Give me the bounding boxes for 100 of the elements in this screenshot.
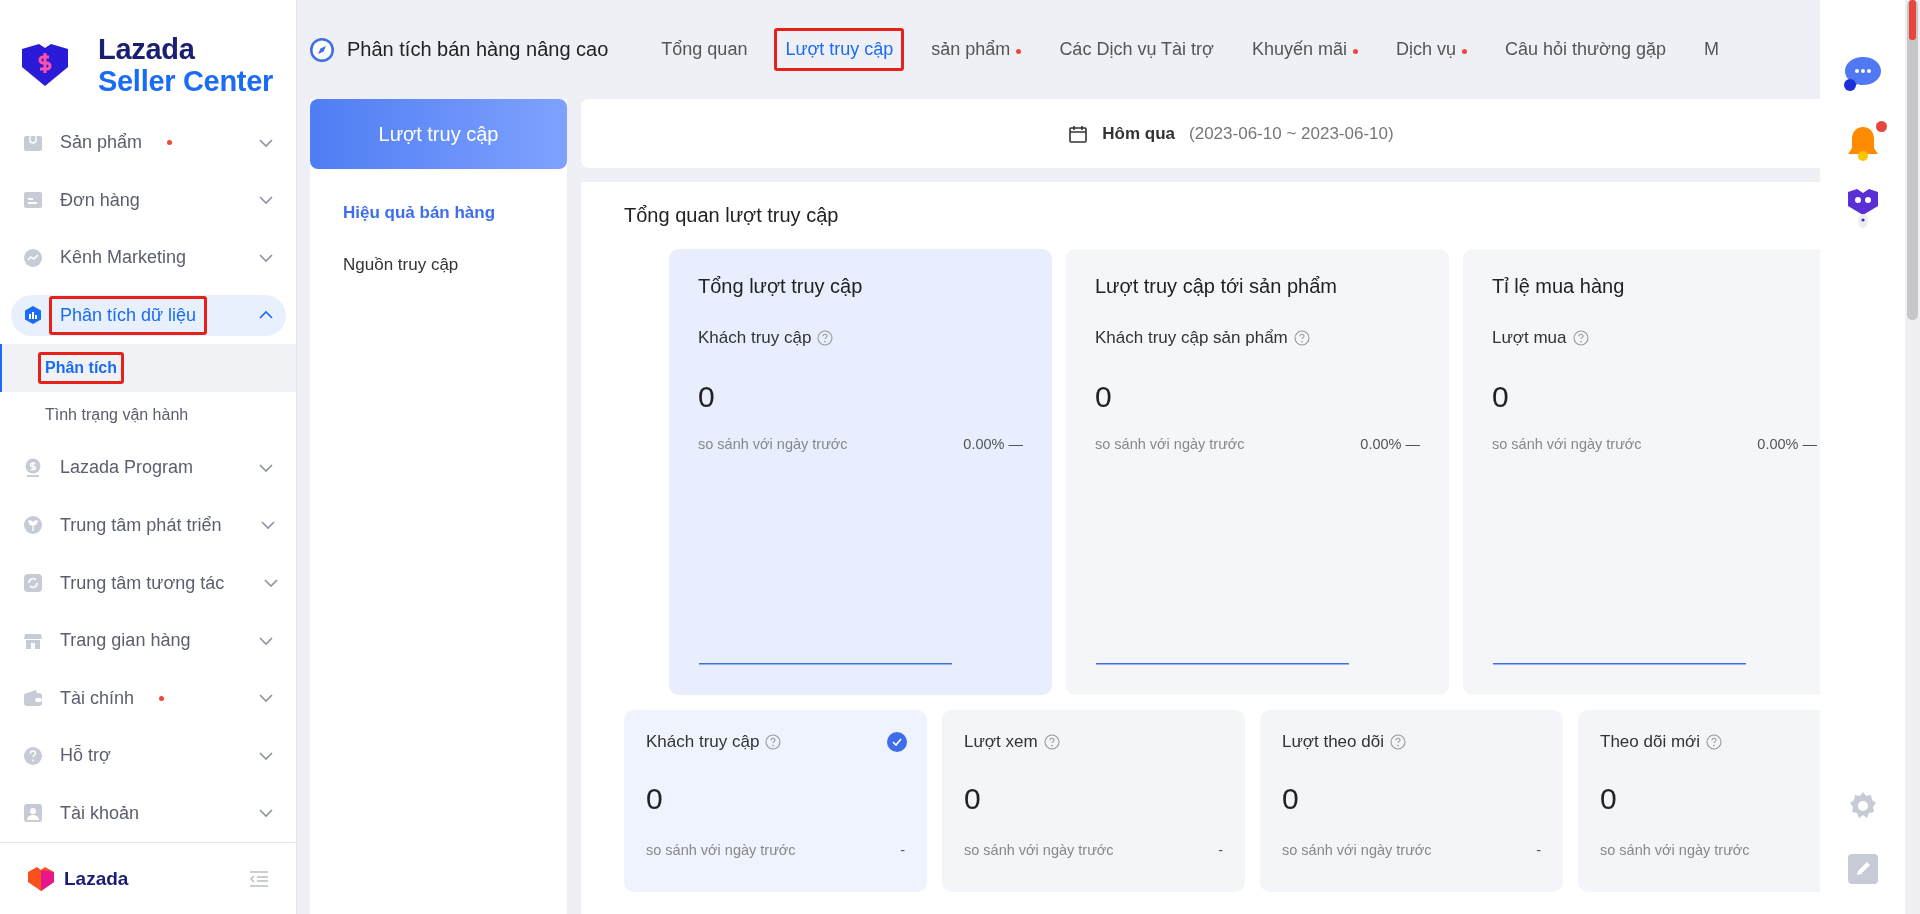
metric-value: 0	[1095, 380, 1113, 414]
metric-value: 0	[1492, 380, 1510, 414]
wallet-icon	[23, 688, 43, 709]
metric-label: Khách truy cập	[646, 732, 760, 752]
chevron-up-icon	[258, 310, 274, 321]
sidebar-item[interactable]: Lazada Program	[11, 447, 286, 489]
change-value: 0.00% —	[1757, 436, 1817, 452]
chevron-down-icon	[258, 635, 274, 646]
help-icon	[1572, 330, 1589, 346]
document-icon	[23, 190, 43, 211]
lazada-logo-icon	[26, 865, 56, 892]
sidebar-item[interactable]: Trung tâm tương tác	[11, 562, 286, 604]
chevron-down-icon	[263, 578, 280, 588]
scrollbar[interactable]	[1907, 0, 1918, 320]
brand-name: Lazada	[98, 33, 196, 65]
sidebar-item[interactable]: Đơn hàng	[11, 179, 286, 222]
nav-tab[interactable]: M	[1692, 28, 1730, 71]
section-header: Lượt truy cập	[310, 99, 567, 169]
help-icon	[1043, 734, 1060, 750]
sidebar-item[interactable]: Phân tích dữ liệu	[11, 294, 286, 337]
change-value: 0.00% —	[1360, 436, 1420, 452]
metric-card[interactable]: Tổng lượt truy cập Khách truy cập 0 so sánh với ngày trước 0.00% —	[669, 249, 1052, 695]
metric-card[interactable]: Theo dõi mới 0 so sánh với ngày trước	[1578, 710, 1820, 892]
metric-label: Khách truy cập	[698, 328, 812, 348]
metric-card[interactable]: Tỉ lệ mua hàng Lượt mua 0 so sánh với ngày trước 0.00% —	[1463, 249, 1820, 695]
help-icon	[1293, 330, 1310, 346]
nav-tab[interactable]: Tổng quan	[650, 28, 759, 71]
nav-tab[interactable]: Khuyến mãi	[1240, 28, 1369, 71]
card-title: Tổng lượt truy cập	[698, 275, 864, 298]
sidebar-subitem[interactable]: Tình trạng vận hành	[0, 391, 296, 440]
card-title: Tỉ lệ mua hàng	[1492, 275, 1626, 298]
metric-label: Khách truy cập sản phẩm	[1095, 328, 1288, 348]
subnav-link[interactable]: Nguồn truy cập	[310, 239, 567, 291]
sidebar-subitem[interactable]: Phân tích	[0, 344, 296, 392]
metric-label: Lượt xem	[964, 732, 1038, 752]
chevron-down-icon	[258, 462, 274, 473]
sidebar-item[interactable]: Tài chính	[11, 677, 286, 719]
calendar-icon	[1068, 123, 1089, 144]
change-value: -	[1536, 842, 1541, 858]
chevron-down-icon	[258, 808, 274, 819]
nav-tab[interactable]: Các Dịch vụ Tài trợ	[1048, 28, 1225, 71]
footer-brand: Lazada	[64, 867, 129, 890]
dollar-icon	[23, 457, 43, 478]
metric-card[interactable]: Lượt truy cập tới sản phẩm Khách truy cập sản phẩm 0 so sánh với ngày trước 0.00% —	[1066, 249, 1449, 695]
edit-icon	[1847, 854, 1878, 884]
metric-value: 0	[1282, 782, 1300, 816]
metric-card[interactable]: Lượt xem 0 so sánh với ngày trước -	[942, 710, 1245, 892]
chevron-down-icon	[258, 252, 274, 263]
sidebar-item[interactable]: Hỗ trợ	[11, 734, 286, 777]
compare-label: so sánh với ngày trước	[698, 436, 848, 452]
metric-value: 0	[1600, 782, 1618, 816]
robot-icon	[1845, 187, 1880, 231]
help-icon	[1389, 734, 1406, 750]
metric-card[interactable]: Lượt theo dõi 0 so sánh với ngày trước -	[1260, 710, 1563, 892]
chevron-down-icon	[258, 137, 274, 148]
nav-tab[interactable]: Lượt truy cập	[774, 28, 905, 71]
metric-value: 0	[646, 782, 664, 816]
metric-value: 0	[698, 380, 716, 414]
date-range: (2023-06-10 ~ 2023-06-10)	[1189, 123, 1394, 144]
date-label: Hôm qua	[1102, 123, 1176, 144]
change-value: -	[1218, 842, 1223, 858]
cycle-icon	[23, 573, 43, 593]
chevron-down-icon	[260, 520, 277, 531]
sprout-icon	[23, 515, 43, 536]
sidebar-item[interactable]: Sản phẩm	[11, 122, 286, 164]
subnav-link[interactable]: Hiệu quả bán hàng	[310, 187, 567, 239]
date-bar[interactable]: Hôm qua (2023-06-10 ~ 2023-06-10)	[581, 99, 1820, 168]
collapse-menu-icon	[248, 869, 270, 888]
chat-icon	[1842, 55, 1883, 93]
metric-card[interactable]: Khách truy cập 0 so sánh với ngày trước -	[624, 710, 927, 892]
compass-icon	[309, 36, 335, 63]
sidebar-item[interactable]: Trang gian hàng	[11, 619, 286, 662]
compare-label: so sánh với ngày trước	[964, 842, 1114, 858]
metric-label: Lượt theo dõi	[1282, 732, 1384, 752]
compare-label: so sánh với ngày trước	[1492, 436, 1642, 452]
change-value: -	[900, 842, 905, 858]
help-icon	[1705, 734, 1722, 750]
section-title: Tổng quan lượt truy cập	[624, 204, 840, 227]
help-icon	[23, 745, 43, 766]
user-icon	[23, 803, 43, 824]
metric-label: Theo dõi mới	[1600, 732, 1700, 752]
chevron-down-icon	[258, 195, 274, 206]
nav-tab[interactable]: Câu hỏi thường gặp	[1494, 28, 1677, 71]
compare-label: so sánh với ngày trước	[1095, 436, 1245, 452]
nav-tab[interactable]: Dịch vụ	[1384, 28, 1478, 71]
chevron-down-icon	[258, 750, 274, 761]
sidebar-item[interactable]: Kênh Marketing	[11, 237, 286, 279]
chevron-down-icon	[258, 693, 274, 704]
sidebar-item[interactable]: Tài khoản	[11, 792, 286, 834]
nav-tab[interactable]: sản phẩm	[920, 28, 1033, 71]
change-value: 0.00% —	[963, 436, 1023, 452]
chart-icon	[23, 305, 43, 326]
help-icon	[817, 330, 834, 346]
compare-label: so sánh với ngày trước	[1600, 842, 1750, 858]
brand-subtitle: Seller Center	[98, 65, 273, 97]
compare-label: so sánh với ngày trước	[646, 842, 796, 858]
sidebar-item[interactable]: Trung tâm phát triển	[11, 504, 286, 547]
metric-value: 0	[964, 782, 982, 816]
metric-label: Lượt mua	[1492, 328, 1567, 348]
trend-icon	[23, 247, 43, 268]
